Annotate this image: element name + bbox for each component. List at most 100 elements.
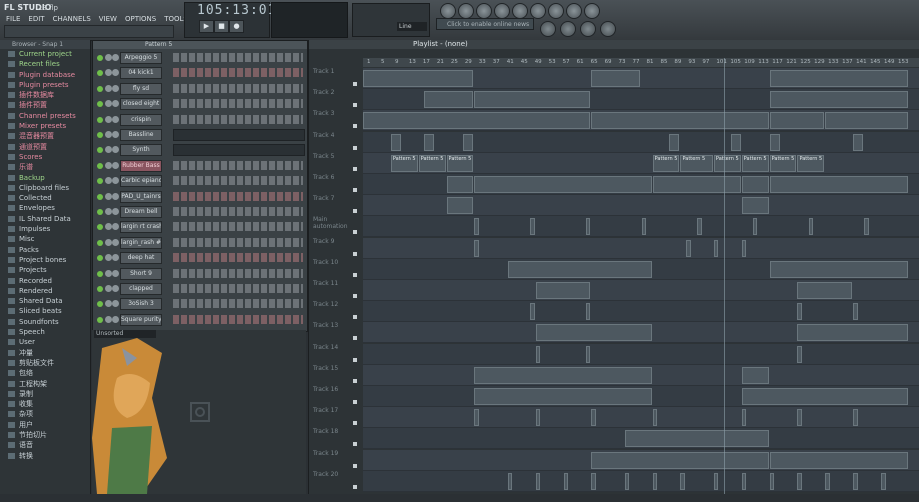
pattern-clip[interactable] xyxy=(535,345,541,363)
pattern-clip[interactable] xyxy=(446,176,474,193)
channel-row[interactable]: Square purity xyxy=(93,313,307,326)
channel-row[interactable]: Short 9 xyxy=(93,267,307,280)
track-header[interactable]: Track 19 xyxy=(309,450,359,471)
track-mute-button[interactable] xyxy=(353,82,357,86)
browser-item[interactable]: Collected xyxy=(0,193,90,203)
pattern-clip[interactable] xyxy=(474,176,652,193)
browser-item[interactable]: Packs xyxy=(0,245,90,255)
pattern-clip[interactable] xyxy=(730,133,741,151)
browser-item[interactable]: 收集 xyxy=(0,399,90,409)
playhead-marker[interactable] xyxy=(724,58,725,494)
track-header[interactable]: Track 11 xyxy=(309,280,359,301)
channel-mute-led[interactable] xyxy=(97,286,103,292)
snap-mode-select[interactable]: Line xyxy=(397,22,427,31)
pattern-clip[interactable] xyxy=(769,91,908,109)
browser-item[interactable]: Plugin presets xyxy=(0,80,90,90)
menu-file[interactable]: FILE xyxy=(4,14,22,24)
pattern-clip[interactable] xyxy=(669,133,680,151)
pattern-clip[interactable] xyxy=(752,218,758,236)
toolbar-tool-icon[interactable] xyxy=(584,3,600,19)
browser-item[interactable]: Mixer presets xyxy=(0,121,90,131)
pattern-clip[interactable] xyxy=(530,303,535,321)
track-lane[interactable] xyxy=(363,470,919,492)
pattern-clip[interactable] xyxy=(591,472,596,490)
browser-item[interactable]: Impulses xyxy=(0,224,90,234)
pattern-clip[interactable] xyxy=(769,133,780,151)
channel-mute-led[interactable] xyxy=(97,178,103,185)
browser-item[interactable]: 杂项 xyxy=(0,409,90,419)
channel-row[interactable]: Dream bell xyxy=(93,205,307,218)
timeline-ruler[interactable]: 1 5 9 13 17 21 25 29 33 37 41 45 49 53 57 61 65 69 73 77 81 8… xyxy=(363,58,919,67)
track-header[interactable]: Track 15 xyxy=(309,365,359,386)
browser-item[interactable]: 包络 xyxy=(0,368,90,378)
toolbar-tool-icon[interactable] xyxy=(548,3,564,19)
track-lane[interactable] xyxy=(363,364,919,386)
step-buttons[interactable] xyxy=(173,160,303,170)
channel-name-button[interactable]: Dream bell xyxy=(120,206,162,218)
track-lane[interactable] xyxy=(363,174,919,195)
track-lane[interactable] xyxy=(363,195,919,217)
pattern-clip[interactable]: Pattern 5 xyxy=(713,154,741,172)
pattern-clip[interactable] xyxy=(769,176,908,193)
pattern-clip[interactable]: Pattern 5 xyxy=(769,154,797,172)
browser-item[interactable]: Envelopes xyxy=(0,203,90,213)
pattern-clip[interactable] xyxy=(474,239,479,257)
pattern-clip[interactable] xyxy=(507,472,513,490)
volume-knob[interactable] xyxy=(112,177,119,185)
track-mute-button[interactable] xyxy=(353,103,357,108)
pattern-clip[interactable]: Pattern 5 xyxy=(652,154,680,172)
pattern-clip[interactable] xyxy=(881,472,886,490)
channel-name-button[interactable]: Bassline xyxy=(120,129,162,141)
pattern-clip[interactable] xyxy=(853,303,858,321)
pattern-clip[interactable] xyxy=(474,388,652,405)
pattern-clip[interactable] xyxy=(624,430,769,448)
track-header[interactable]: Track 5 xyxy=(309,153,359,174)
piano-roll-icon[interactable] xyxy=(560,21,576,37)
track-mute-button[interactable] xyxy=(353,145,357,150)
channel-mute-led[interactable] xyxy=(97,101,103,108)
pattern-clip[interactable] xyxy=(686,239,691,257)
pan-knob[interactable] xyxy=(105,223,112,231)
track-mute-button[interactable] xyxy=(353,336,357,341)
track-header[interactable]: Main automation xyxy=(309,216,359,237)
track-lane[interactable] xyxy=(363,237,919,259)
browser-item[interactable]: 混音器预置 xyxy=(0,131,90,141)
pattern-clip[interactable] xyxy=(535,324,652,342)
track-lane[interactable] xyxy=(363,301,919,323)
pattern-clip[interactable] xyxy=(363,112,591,130)
step-buttons[interactable] xyxy=(173,237,303,247)
pan-knob[interactable] xyxy=(105,161,112,169)
pattern-clip[interactable] xyxy=(507,260,652,278)
mixer-icon[interactable] xyxy=(600,21,616,37)
channel-name-button[interactable]: Rubber Bass xyxy=(120,159,162,172)
channel-name-button[interactable]: closed eight xyxy=(120,98,162,111)
pattern-clip[interactable] xyxy=(535,409,541,427)
pan-knob[interactable] xyxy=(105,84,112,92)
volume-knob[interactable] xyxy=(112,285,119,292)
pattern-clip[interactable] xyxy=(591,451,769,469)
track-header[interactable]: Track 17 xyxy=(309,407,359,428)
pattern-clip[interactable] xyxy=(591,409,596,427)
pattern-clip[interactable] xyxy=(853,133,864,151)
step-buttons[interactable] xyxy=(173,222,303,232)
pattern-clip[interactable] xyxy=(463,133,474,151)
volume-knob[interactable] xyxy=(112,223,119,231)
track-header[interactable]: Track 13 xyxy=(309,322,359,343)
pattern-clip[interactable] xyxy=(585,345,591,363)
pattern-clip[interactable] xyxy=(591,112,769,130)
volume-knob[interactable] xyxy=(112,100,119,108)
channel-mute-led[interactable] xyxy=(97,70,103,77)
pattern-clip[interactable] xyxy=(697,218,702,236)
channel-mute-led[interactable] xyxy=(97,209,103,215)
pan-knob[interactable] xyxy=(105,285,112,292)
piano-roll-preview[interactable] xyxy=(173,144,305,157)
browser-item[interactable]: Current project xyxy=(0,49,90,59)
track-mute-button[interactable] xyxy=(353,294,357,298)
pattern-clip[interactable] xyxy=(741,239,747,257)
track-lane[interactable] xyxy=(363,322,919,344)
pan-knob[interactable] xyxy=(105,238,112,246)
pattern-clip[interactable] xyxy=(652,472,658,490)
pattern-clip[interactable] xyxy=(825,472,830,490)
pattern-song-toggle[interactable]: ▶ xyxy=(199,20,214,33)
browser-item[interactable]: Channel presets xyxy=(0,111,90,121)
